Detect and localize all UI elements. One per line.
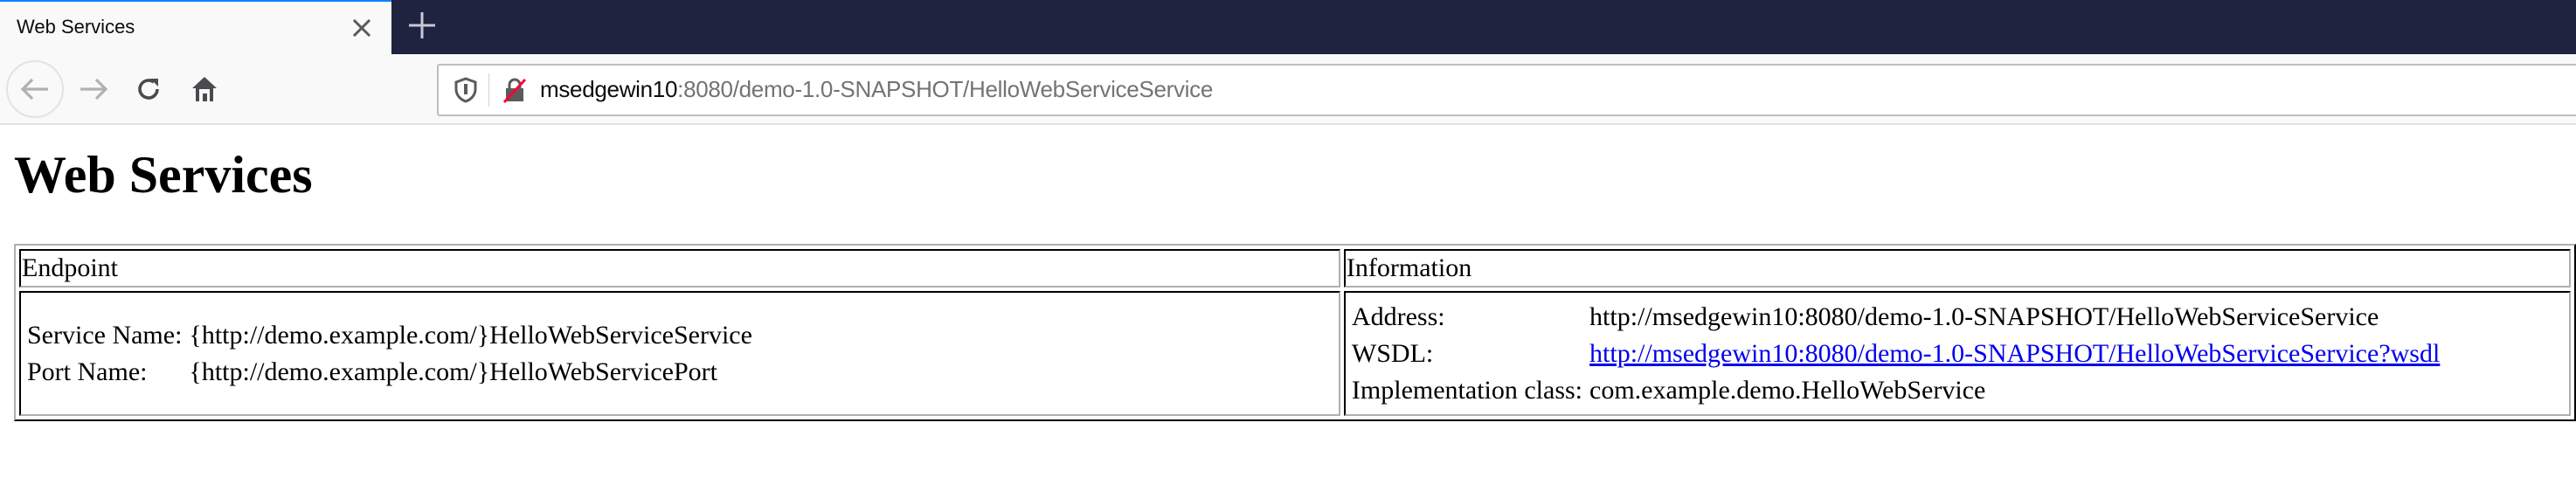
implementation-class-label: Implementation class: bbox=[1351, 375, 1583, 405]
home-icon[interactable] bbox=[176, 60, 233, 118]
wsdl-label: WSDL: bbox=[1351, 338, 1434, 368]
close-icon[interactable] bbox=[348, 14, 376, 42]
wsdl-value-cell: http://msedgewin10:8080/demo-1.0-SNAPSHO… bbox=[1588, 337, 2441, 371]
wsdl-row: WSDL: http://msedgewin10:8080/demo-1.0-S… bbox=[1350, 337, 2441, 371]
endpoints-table: Endpoint Information Service Name: {http… bbox=[14, 244, 2576, 421]
implementation-class-value: com.example.demo.HelloWebService bbox=[1589, 375, 1986, 405]
information-details: Address: http://msedgewin10:8080/demo-1.… bbox=[1347, 297, 2445, 411]
port-name-row: Port Name: {http://demo.example.com/}Hel… bbox=[25, 356, 754, 389]
arrow-right-icon[interactable] bbox=[65, 60, 122, 118]
service-name-label: Service Name: bbox=[27, 320, 183, 350]
port-name-label: Port Name: bbox=[27, 357, 148, 386]
implementation-class-row: Implementation class: com.example.demo.H… bbox=[1350, 374, 2441, 407]
arrow-left-icon[interactable] bbox=[6, 60, 64, 118]
table-header-row: Endpoint Information bbox=[19, 249, 2571, 288]
address-value: http://msedgewin10:8080/demo-1.0-SNAPSHO… bbox=[1589, 301, 2379, 331]
service-name-value: {http://demo.example.com/}HelloWebServic… bbox=[189, 320, 752, 350]
plus-icon[interactable] bbox=[405, 9, 439, 42]
url-divider bbox=[488, 73, 489, 107]
tab-web-services[interactable]: Web Services bbox=[0, 0, 391, 54]
url-host: msedgewin10 bbox=[540, 76, 678, 102]
table-row: Service Name: {http://demo.example.com/}… bbox=[19, 291, 2571, 416]
url-path: :8080/demo-1.0-SNAPSHOT/HelloWebServiceS… bbox=[677, 76, 1214, 102]
tab-title: Web Services bbox=[17, 16, 135, 38]
url-text[interactable]: msedgewin10:8080/demo-1.0-SNAPSHOT/Hello… bbox=[540, 76, 1213, 103]
insecure-lock-icon[interactable] bbox=[502, 77, 528, 104]
reload-icon[interactable] bbox=[120, 60, 177, 118]
tab-strip: Web Services bbox=[0, 0, 2576, 54]
navigation-bar: msedgewin10:8080/demo-1.0-SNAPSHOT/Hello… bbox=[0, 54, 2576, 125]
header-information: Information bbox=[1343, 249, 2571, 288]
shield-icon[interactable] bbox=[454, 77, 477, 103]
endpoint-details: Service Name: {http://demo.example.com/}… bbox=[22, 315, 758, 392]
address-row: Address: http://msedgewin10:8080/demo-1.… bbox=[1350, 301, 2441, 334]
information-cell: Address: http://msedgewin10:8080/demo-1.… bbox=[1343, 291, 2571, 416]
wsdl-link[interactable]: http://msedgewin10:8080/demo-1.0-SNAPSHO… bbox=[1589, 339, 2440, 368]
endpoint-cell: Service Name: {http://demo.example.com/}… bbox=[19, 291, 1340, 416]
header-endpoint: Endpoint bbox=[19, 249, 1340, 288]
page-title: Web Services bbox=[14, 146, 313, 204]
address-label: Address: bbox=[1351, 301, 1445, 331]
url-bar[interactable]: msedgewin10:8080/demo-1.0-SNAPSHOT/Hello… bbox=[437, 64, 2576, 116]
service-name-row: Service Name: {http://demo.example.com/}… bbox=[25, 319, 754, 352]
port-name-value: {http://demo.example.com/}HelloWebServic… bbox=[189, 357, 717, 386]
